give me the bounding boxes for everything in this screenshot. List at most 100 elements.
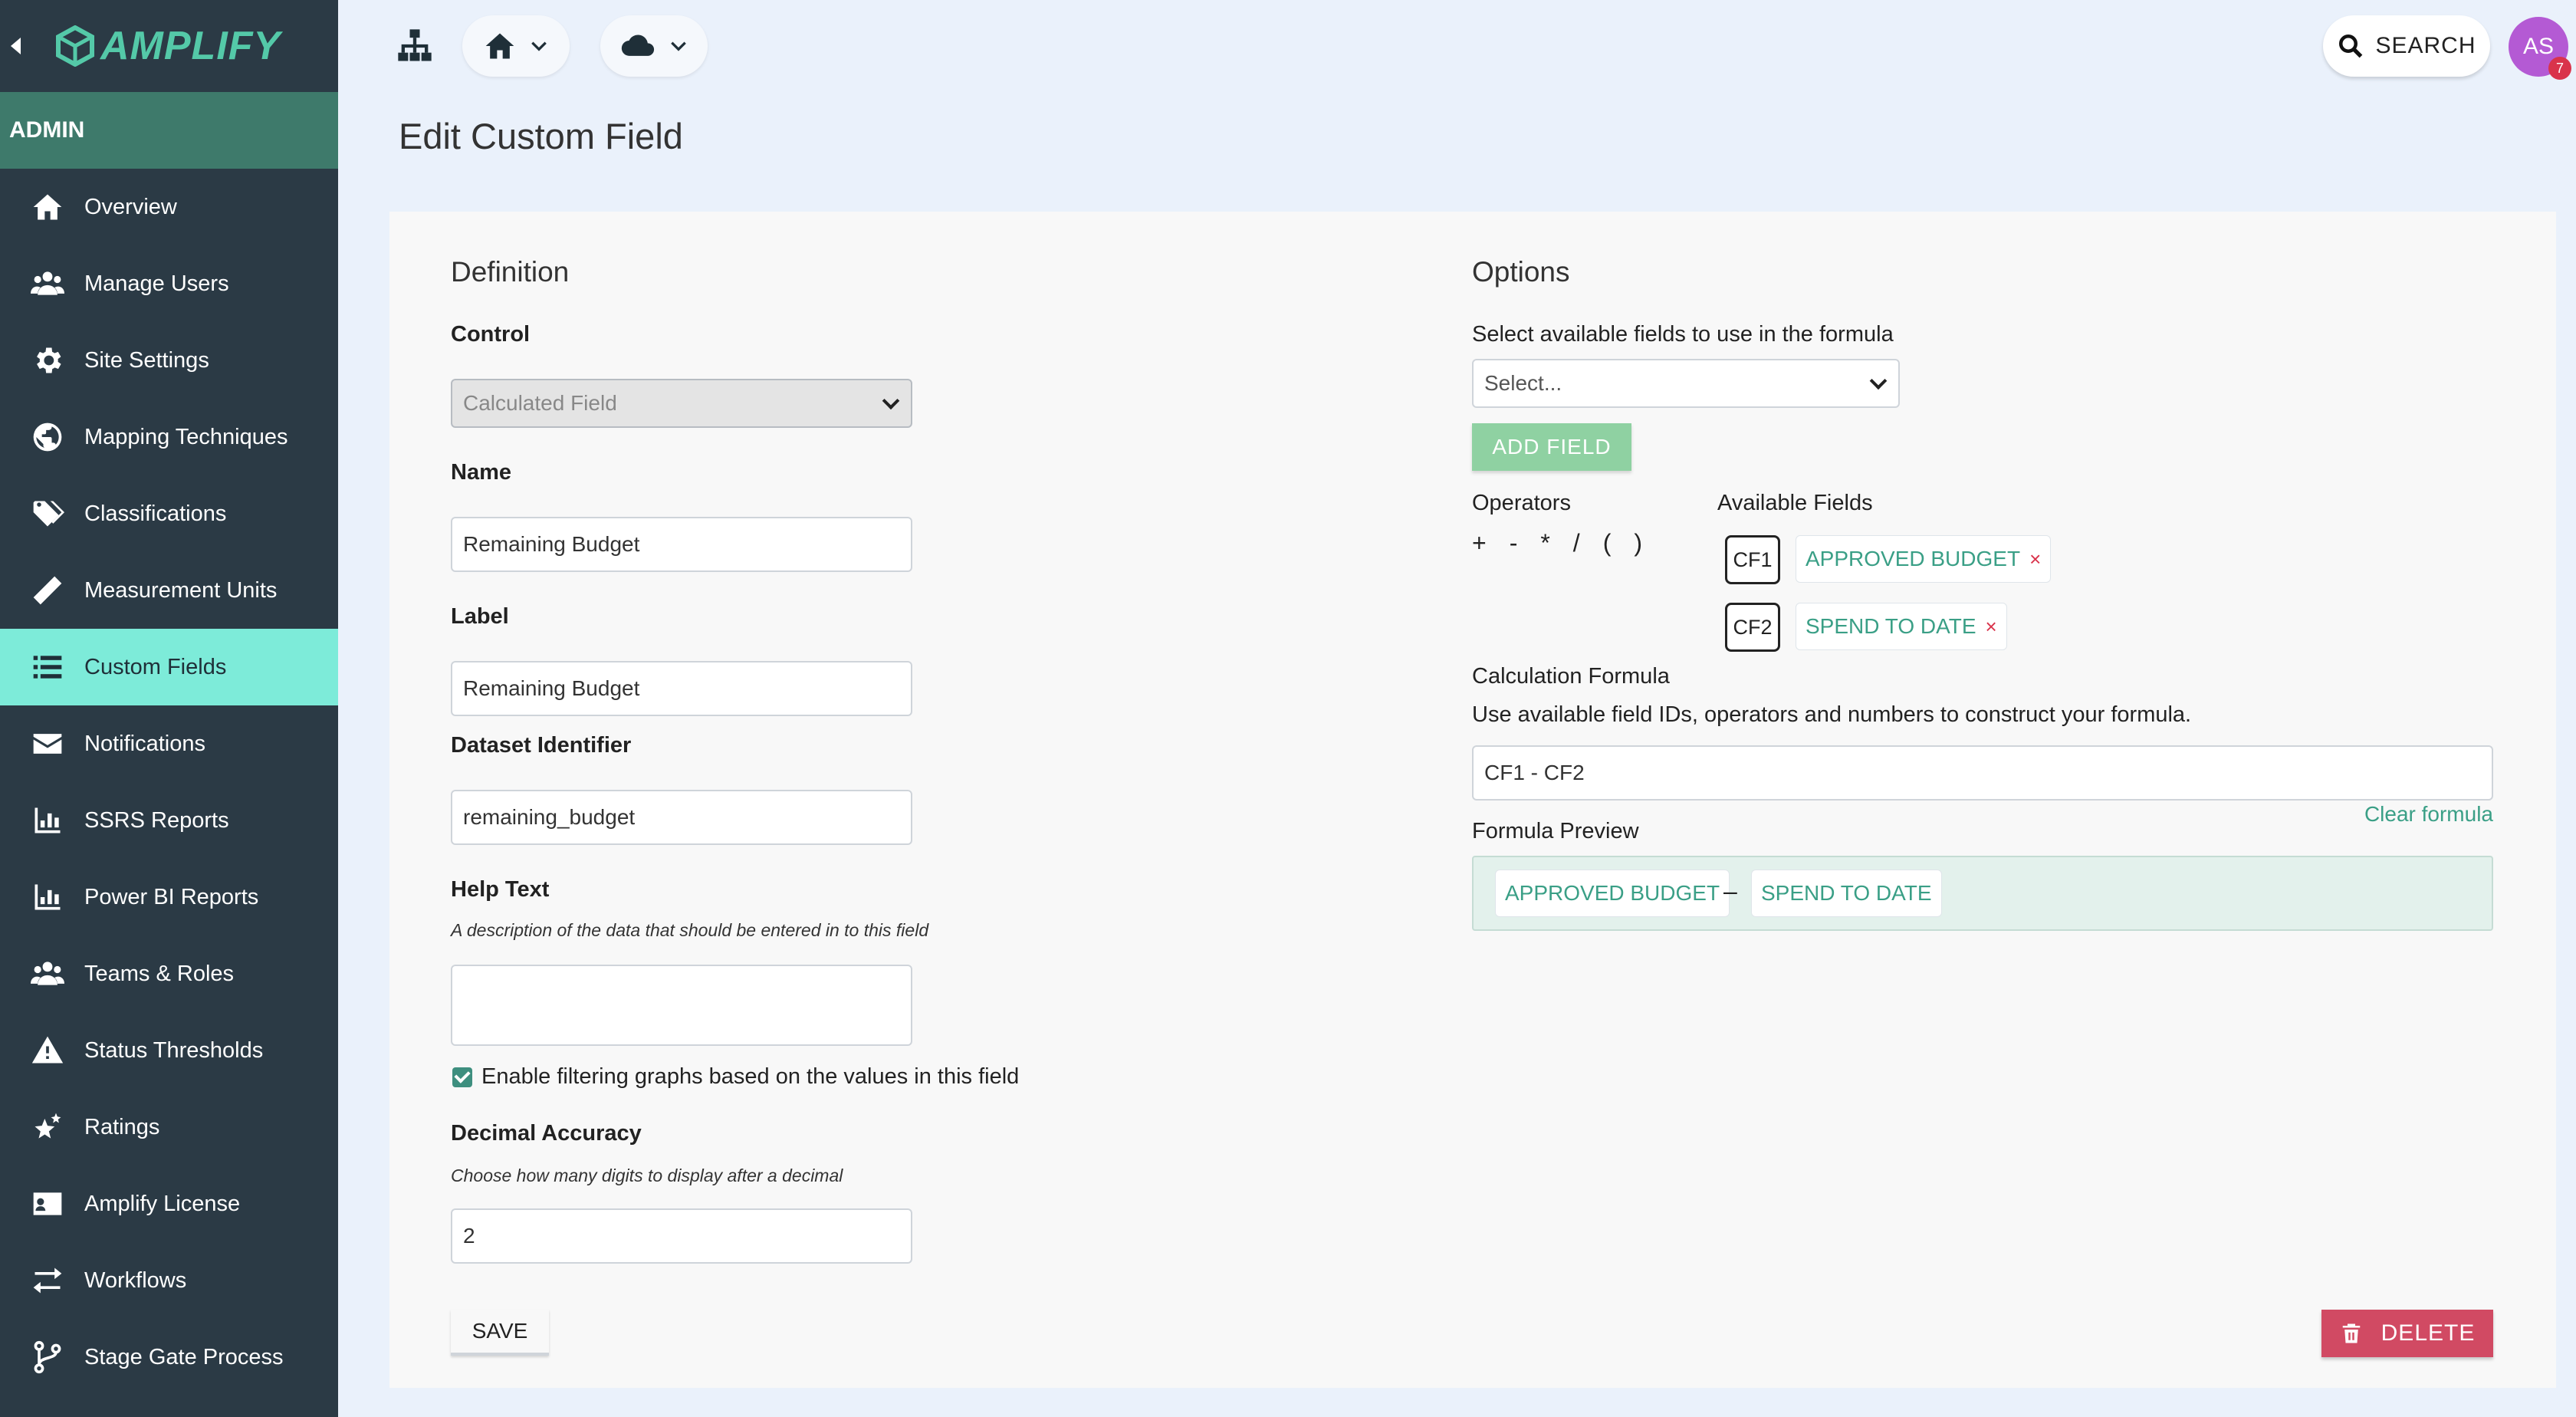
operator-plus[interactable]: + xyxy=(1472,529,1487,557)
sidebar-item-label: Measurement Units xyxy=(84,577,278,603)
collapse-sidebar-icon[interactable] xyxy=(11,38,21,54)
tags-icon xyxy=(29,495,66,532)
sidebar-item-stage-gate-process[interactable]: Stage Gate Process xyxy=(0,1319,338,1396)
help-text-description: A description of the data that should be… xyxy=(451,920,929,940)
operator-divide[interactable]: / xyxy=(1573,529,1580,557)
cloud-dropdown[interactable] xyxy=(600,15,708,77)
sidebar-item-label: Teams & Roles xyxy=(84,961,235,986)
sidebar-item-classifications[interactable]: Classifications xyxy=(0,475,338,552)
sidebar-item-overview[interactable]: Overview xyxy=(0,169,338,245)
page-title: Edit Custom Field xyxy=(399,116,683,156)
operator-list: + - * / ( ) xyxy=(1472,529,1642,557)
definition-title: Definition xyxy=(451,256,570,288)
sidebar-item-status-thresholds[interactable]: Status Thresholds xyxy=(0,1012,338,1089)
sidebar-item-label: Custom Fields xyxy=(84,654,227,679)
field-id-cf1[interactable]: CF1 xyxy=(1725,535,1780,584)
chevron-down-icon xyxy=(1869,372,1888,390)
delete-label: DELETE xyxy=(2380,1320,2476,1346)
amplify-logo-icon xyxy=(56,25,94,67)
decimal-accuracy-value: 2 xyxy=(463,1224,475,1248)
search-label: SEARCH xyxy=(2375,33,2476,58)
field-id-cf2[interactable]: CF2 xyxy=(1725,603,1780,652)
dataset-identifier-label: Dataset Identifier xyxy=(451,733,632,758)
preview-operator: – xyxy=(1723,877,1737,905)
sidebar-item-label: Notifications xyxy=(84,731,205,756)
calculation-formula-label: Calculation Formula xyxy=(1472,664,1670,689)
sidebar-item-power-bi-reports[interactable]: Power BI Reports xyxy=(0,859,338,935)
sidebar-item-manage-users[interactable]: Manage Users xyxy=(0,245,338,322)
field-name: SPEND TO DATE xyxy=(1806,614,1976,638)
sitemap-icon[interactable] xyxy=(393,26,436,66)
enable-filtering-checkbox[interactable] xyxy=(452,1067,472,1087)
control-select[interactable]: Calculated Field xyxy=(451,379,912,428)
add-field-button[interactable]: ADD FIELD xyxy=(1472,423,1631,471)
exchange-icon xyxy=(29,1262,66,1299)
sidebar-item-amplify-license[interactable]: Amplify License xyxy=(0,1165,338,1242)
sidebar-item-ratings[interactable]: Ratings xyxy=(0,1089,338,1165)
home-icon xyxy=(485,33,514,59)
dataset-identifier-value: remaining_budget xyxy=(463,805,636,829)
users-icon xyxy=(29,955,66,992)
sidebar-item-label: Mapping Techniques xyxy=(84,424,288,449)
help-text-textarea[interactable] xyxy=(451,965,912,1046)
notification-badge: 7 xyxy=(2548,57,2571,80)
avatar-initials: AS xyxy=(2522,34,2555,59)
sidebar-item-label: Power BI Reports xyxy=(84,884,259,909)
sidebar-item-site-settings[interactable]: Site Settings xyxy=(0,322,338,399)
sidebar-item-mapping-techniques[interactable]: Mapping Techniques xyxy=(0,399,338,475)
ruler-icon xyxy=(29,572,66,609)
sidebar-item-ssrs-reports[interactable]: SSRS Reports xyxy=(0,782,338,859)
home-icon xyxy=(29,189,66,225)
id-card-icon xyxy=(29,1185,66,1222)
operator-minus[interactable]: - xyxy=(1510,529,1518,557)
chevron-down-icon xyxy=(531,41,547,51)
search-icon xyxy=(2339,35,2363,58)
available-field-chip[interactable]: SPEND TO DATE × xyxy=(1796,603,2007,650)
control-value: Calculated Field xyxy=(463,391,617,415)
sidebar-item-teams-roles[interactable]: Teams & Roles xyxy=(0,935,338,1012)
delete-button[interactable]: DELETE xyxy=(2321,1310,2493,1357)
sidebar-item-measurement-units[interactable]: Measurement Units xyxy=(0,552,338,629)
available-field-chip[interactable]: APPROVED BUDGET × xyxy=(1796,535,2052,583)
sidebar-item-label: SSRS Reports xyxy=(84,807,229,833)
logo-bar: AMPLIFY xyxy=(0,0,338,92)
chevron-down-icon xyxy=(671,41,686,51)
sidebar-item-label: Stage Gate Process xyxy=(84,1344,284,1369)
home-dropdown[interactable] xyxy=(462,15,570,77)
formula-preview: APPROVED BUDGET – SPEND TO DATE xyxy=(1472,856,2493,931)
clear-formula-link[interactable]: Clear formula xyxy=(2364,802,2493,827)
field-name: APPROVED BUDGET xyxy=(1806,547,2021,570)
decimal-accuracy-description: Choose how many digits to display after … xyxy=(451,1165,843,1185)
chevron-down-icon xyxy=(882,392,900,410)
label-input[interactable]: Remaining Budget xyxy=(451,661,912,716)
sidebar-item-label: Manage Users xyxy=(84,271,229,296)
formula-value: CF1 - CF2 xyxy=(1484,761,1585,784)
label-value: Remaining Budget xyxy=(463,676,640,700)
remove-field-icon[interactable]: × xyxy=(1986,615,1997,639)
save-button[interactable]: SAVE xyxy=(451,1310,549,1356)
operator-multiply[interactable]: * xyxy=(1540,529,1549,557)
field-select[interactable]: Select... xyxy=(1472,359,1900,408)
sidebar-item-workflows[interactable]: Workflows xyxy=(0,1242,338,1319)
sidebar-item-notifications[interactable]: Notifications xyxy=(0,705,338,782)
remove-field-icon[interactable]: × xyxy=(2029,547,2041,571)
control-label: Control xyxy=(451,322,531,347)
admin-section-header: ADMIN xyxy=(0,92,338,169)
brand-name: AMPLIFY xyxy=(100,24,281,68)
search-button[interactable]: SEARCH xyxy=(2323,15,2490,77)
operator-open-paren[interactable]: ( xyxy=(1603,529,1612,557)
label-label: Label xyxy=(451,604,509,629)
name-input[interactable]: Remaining Budget xyxy=(451,517,912,572)
sidebar-item-label: Site Settings xyxy=(84,347,209,373)
calculation-formula-description: Use available field IDs, operators and n… xyxy=(1472,702,2192,727)
avatar[interactable]: AS 7 xyxy=(2509,17,2571,80)
sidebar-item-label: Amplify License xyxy=(84,1191,241,1216)
envelope-icon xyxy=(29,725,66,762)
operator-close-paren[interactable]: ) xyxy=(1634,529,1642,557)
formula-input[interactable]: CF1 - CF2 xyxy=(1472,745,2493,801)
sidebar-item-custom-fields[interactable]: Custom Fields xyxy=(0,629,338,705)
decimal-accuracy-input[interactable]: 2 xyxy=(451,1208,912,1264)
dataset-identifier-input[interactable]: remaining_budget xyxy=(451,790,912,845)
help-text-label: Help Text xyxy=(451,877,550,902)
field-select-placeholder: Select... xyxy=(1484,371,1562,395)
